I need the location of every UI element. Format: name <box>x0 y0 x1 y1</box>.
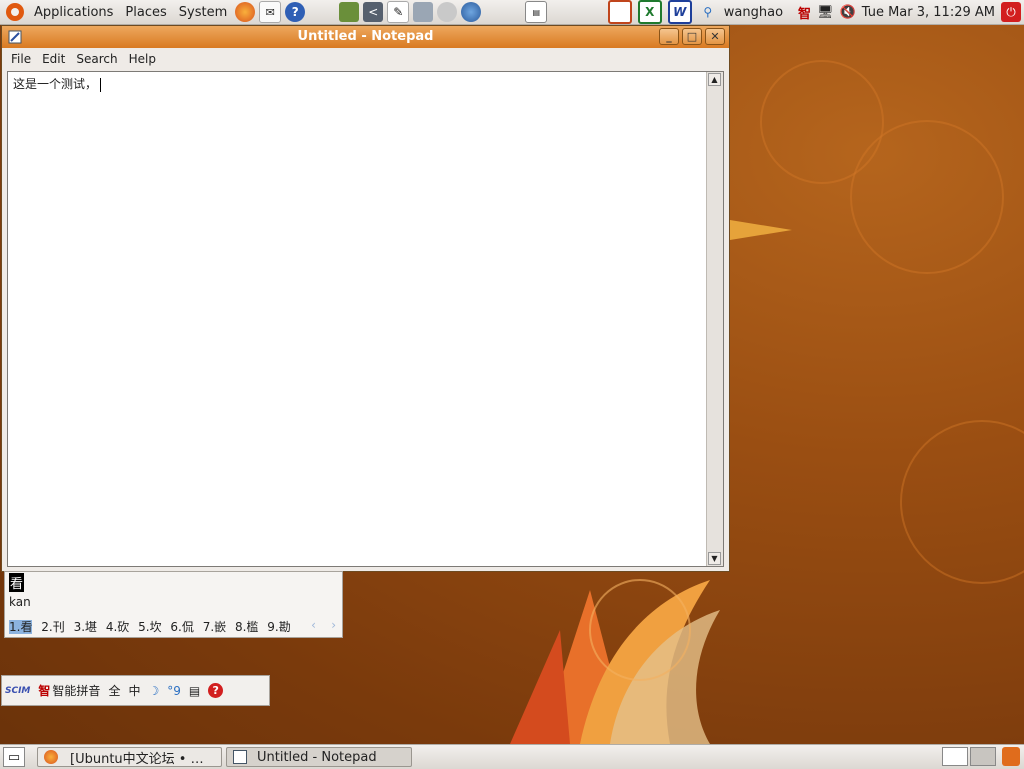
show-desktop-icon[interactable]: ▭ <box>3 747 25 767</box>
menu-edit[interactable]: Edit <box>42 52 65 66</box>
menu-file[interactable]: File <box>11 52 31 66</box>
notepad-window: Untitled - Notepad _ □ ✕ File Edit Searc… <box>1 25 730 572</box>
ime-candidate[interactable]: 2.刊 <box>41 620 64 634</box>
spreadsheet-icon[interactable]: X <box>637 0 662 24</box>
next-page-icon[interactable]: › <box>331 618 336 632</box>
notepad-app-icon <box>233 750 247 764</box>
user-name[interactable]: wanghao <box>724 5 783 20</box>
punctuation-icon[interactable]: °9 <box>167 684 181 698</box>
mail-icon[interactable]: ✉ <box>259 1 282 23</box>
taskbar-item-label: Untitled - Notepad <box>257 749 377 765</box>
power-icon[interactable]: ⏻ <box>1001 2 1021 22</box>
system-tray: X W ⚲ wanghao 智 🖥 🔇 Tue Mar 3, 11:29 AM … <box>605 0 1024 24</box>
ime-candidate[interactable]: 1.看 <box>9 620 33 634</box>
help-icon[interactable]: ? <box>208 683 224 698</box>
wallpaper-swirl <box>850 120 1004 274</box>
wallpaper-art <box>510 579 720 744</box>
taskbar-item-label: [Ubuntu中文论坛 • … <box>70 751 204 767</box>
maximize-button[interactable]: □ <box>682 28 702 45</box>
ime-candidate[interactable]: 8.槛 <box>235 620 258 634</box>
close-button[interactable]: ✕ <box>705 28 725 45</box>
system-menu[interactable]: System <box>173 0 233 24</box>
full-width-toggle[interactable]: 全 <box>108 682 120 699</box>
ime-candidate[interactable]: 6.侃 <box>170 620 193 634</box>
editor-content: 这是一个测试， <box>13 77 98 91</box>
ime-pinyin: kan <box>9 595 31 609</box>
screenshot-icon[interactable]: ▤ <box>525 1 548 23</box>
ime-candidate[interactable]: 3.堪 <box>74 620 97 634</box>
bottom-panel: ▭ [Ubuntu中文论坛 • … Untitled - Notepad <box>0 744 1024 769</box>
scim-logo[interactable]: SCIM <box>5 686 30 696</box>
keyboard-icon[interactable]: ▤ <box>189 684 200 698</box>
moon-icon[interactable]: ☽ <box>148 684 159 698</box>
ime-toolbar: SCIM 智 智能拼音 全 中 ☽ °9 ▤ ? <box>1 675 270 706</box>
wallpaper-ray <box>730 220 792 240</box>
ime-preedit: 看 <box>9 573 25 592</box>
settings-icon[interactable] <box>413 2 434 22</box>
text-caret <box>100 77 102 92</box>
thunderbird-icon[interactable] <box>461 2 482 22</box>
network-icon[interactable]: ⚲ <box>698 2 718 22</box>
ime-candidate[interactable]: 4.砍 <box>106 620 129 634</box>
places-menu[interactable]: Places <box>119 0 172 24</box>
firefox-icon <box>44 750 58 764</box>
menu-search[interactable]: Search <box>76 52 117 66</box>
display-icon[interactable]: 🖥 <box>817 5 834 20</box>
disk-icon[interactable] <box>437 2 458 22</box>
prev-page-icon[interactable]: ‹ <box>311 618 316 632</box>
workspace-2[interactable] <box>970 747 996 766</box>
ime-candidate-list: 1.看 2.刊 3.堪 4.砍 5.坎 6.侃 7.嵌 8.槛 9.勘 <box>9 618 296 635</box>
ime-candidate[interactable]: 7.嵌 <box>203 620 226 634</box>
language-toggle[interactable]: 中 <box>128 682 140 699</box>
workspace-1[interactable] <box>942 747 968 766</box>
trash-icon[interactable] <box>1002 747 1020 766</box>
scroll-up-button[interactable]: ▲ <box>708 73 721 86</box>
scroll-down-button[interactable]: ▼ <box>708 552 721 565</box>
ime-indicator-icon[interactable]: 智 <box>798 3 811 22</box>
title-bar[interactable]: Untitled - Notepad _ □ ✕ <box>2 26 729 48</box>
presentation-icon[interactable] <box>607 0 632 24</box>
ime-mode-icon[interactable]: 智 <box>38 682 50 699</box>
menu-bar: File Edit Search Help <box>2 48 729 70</box>
taskbar-item-notepad[interactable]: Untitled - Notepad <box>226 747 412 767</box>
text-editor[interactable]: 这是一个测试， ▲ ▼ <box>7 71 724 567</box>
vertical-scrollbar[interactable]: ▲ ▼ <box>706 72 723 566</box>
volume-icon[interactable]: 🔇 <box>840 5 856 20</box>
ime-candidate[interactable]: 9.勘 <box>267 620 290 634</box>
terminal-icon[interactable]: < <box>363 2 384 22</box>
ime-candidate[interactable]: 5.坎 <box>138 620 161 634</box>
book-icon[interactable] <box>339 2 360 22</box>
minimize-button[interactable]: _ <box>659 28 679 45</box>
top-panel: Applications Places System ✉ ? < ✎ ▤ X W… <box>0 0 1024 25</box>
wallpaper-swirl <box>900 420 1024 584</box>
ubuntu-logo-icon[interactable] <box>6 3 24 21</box>
notes-icon[interactable]: ✎ <box>387 1 410 23</box>
ime-page-nav: ‹ › <box>311 618 336 632</box>
window-title: Untitled - Notepad <box>297 29 434 44</box>
firefox-icon[interactable] <box>235 2 256 22</box>
applications-menu[interactable]: Applications <box>28 0 119 24</box>
menu-help[interactable]: Help <box>129 52 156 66</box>
clock[interactable]: Tue Mar 3, 11:29 AM <box>862 5 995 20</box>
taskbar-item-firefox[interactable]: [Ubuntu中文论坛 • … <box>37 747 222 767</box>
word-icon[interactable]: W <box>667 0 692 24</box>
ime-method-label[interactable]: 智能拼音 <box>52 682 100 699</box>
help-icon[interactable]: ? <box>285 2 306 22</box>
ime-candidate-window: 看 kan 1.看 2.刊 3.堪 4.砍 5.坎 6.侃 7.嵌 8.槛 9.… <box>4 571 343 638</box>
